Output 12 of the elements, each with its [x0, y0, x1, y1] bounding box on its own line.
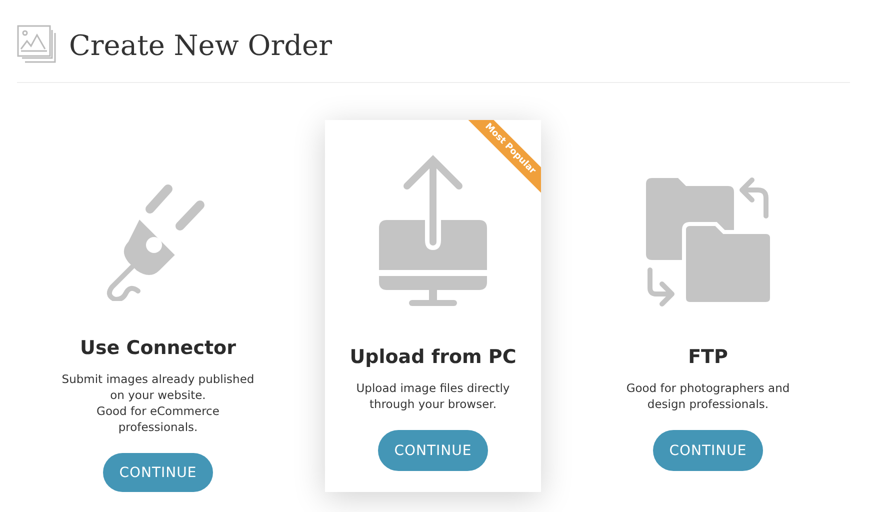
continue-button[interactable]: CONTINUE	[103, 453, 213, 492]
option-description: Good for photographers and design professionals.	[625, 380, 791, 412]
continue-button[interactable]: CONTINUE	[653, 430, 763, 471]
option-description: Upload image files directly through your browser.	[355, 380, 511, 412]
option-title: FTP	[688, 346, 728, 368]
option-title: Upload from PC	[350, 346, 516, 368]
option-description: Submit images already published on your website.	[60, 371, 256, 404]
option-description: Good for eCommerce professionals.	[96, 403, 220, 436]
continue-button[interactable]: CONTINUE	[378, 430, 488, 471]
image-stack-icon	[17, 25, 57, 65]
page-title: Create New Order	[69, 28, 332, 62]
option-title: Use Connector	[80, 337, 236, 360]
